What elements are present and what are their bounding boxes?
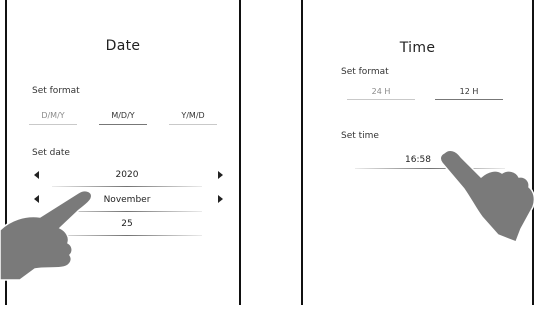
format-option-dmy[interactable]: D/M/Y	[29, 111, 77, 120]
format-underline-mdy	[99, 124, 147, 125]
time-set-format-label: Set format	[341, 67, 389, 77]
format-option-12h[interactable]: 12 H	[443, 87, 495, 96]
chevron-left-icon[interactable]	[34, 171, 39, 179]
format-underline-ymd	[169, 124, 217, 125]
chevron-right-icon[interactable]	[218, 171, 223, 179]
format-underline-12h	[435, 99, 503, 100]
format-underline-dmy	[29, 124, 77, 125]
format-option-ymd[interactable]: Y/M/D	[169, 111, 217, 120]
time-title: Time	[399, 40, 436, 56]
format-option-mdy[interactable]: M/D/Y	[99, 111, 147, 120]
format-underline-24h	[347, 99, 415, 100]
format-option-24h[interactable]: 24 H	[355, 87, 407, 96]
pointing-hand-icon	[0, 190, 93, 281]
set-time-label: Set time	[341, 131, 379, 141]
set-date-label: Set date	[32, 148, 70, 158]
year-value[interactable]: 2020	[67, 170, 187, 180]
pointing-hand-icon	[439, 149, 536, 243]
date-title: Date	[105, 38, 141, 54]
date-set-format-label: Set format	[32, 86, 80, 96]
chevron-right-icon[interactable]	[218, 195, 223, 203]
